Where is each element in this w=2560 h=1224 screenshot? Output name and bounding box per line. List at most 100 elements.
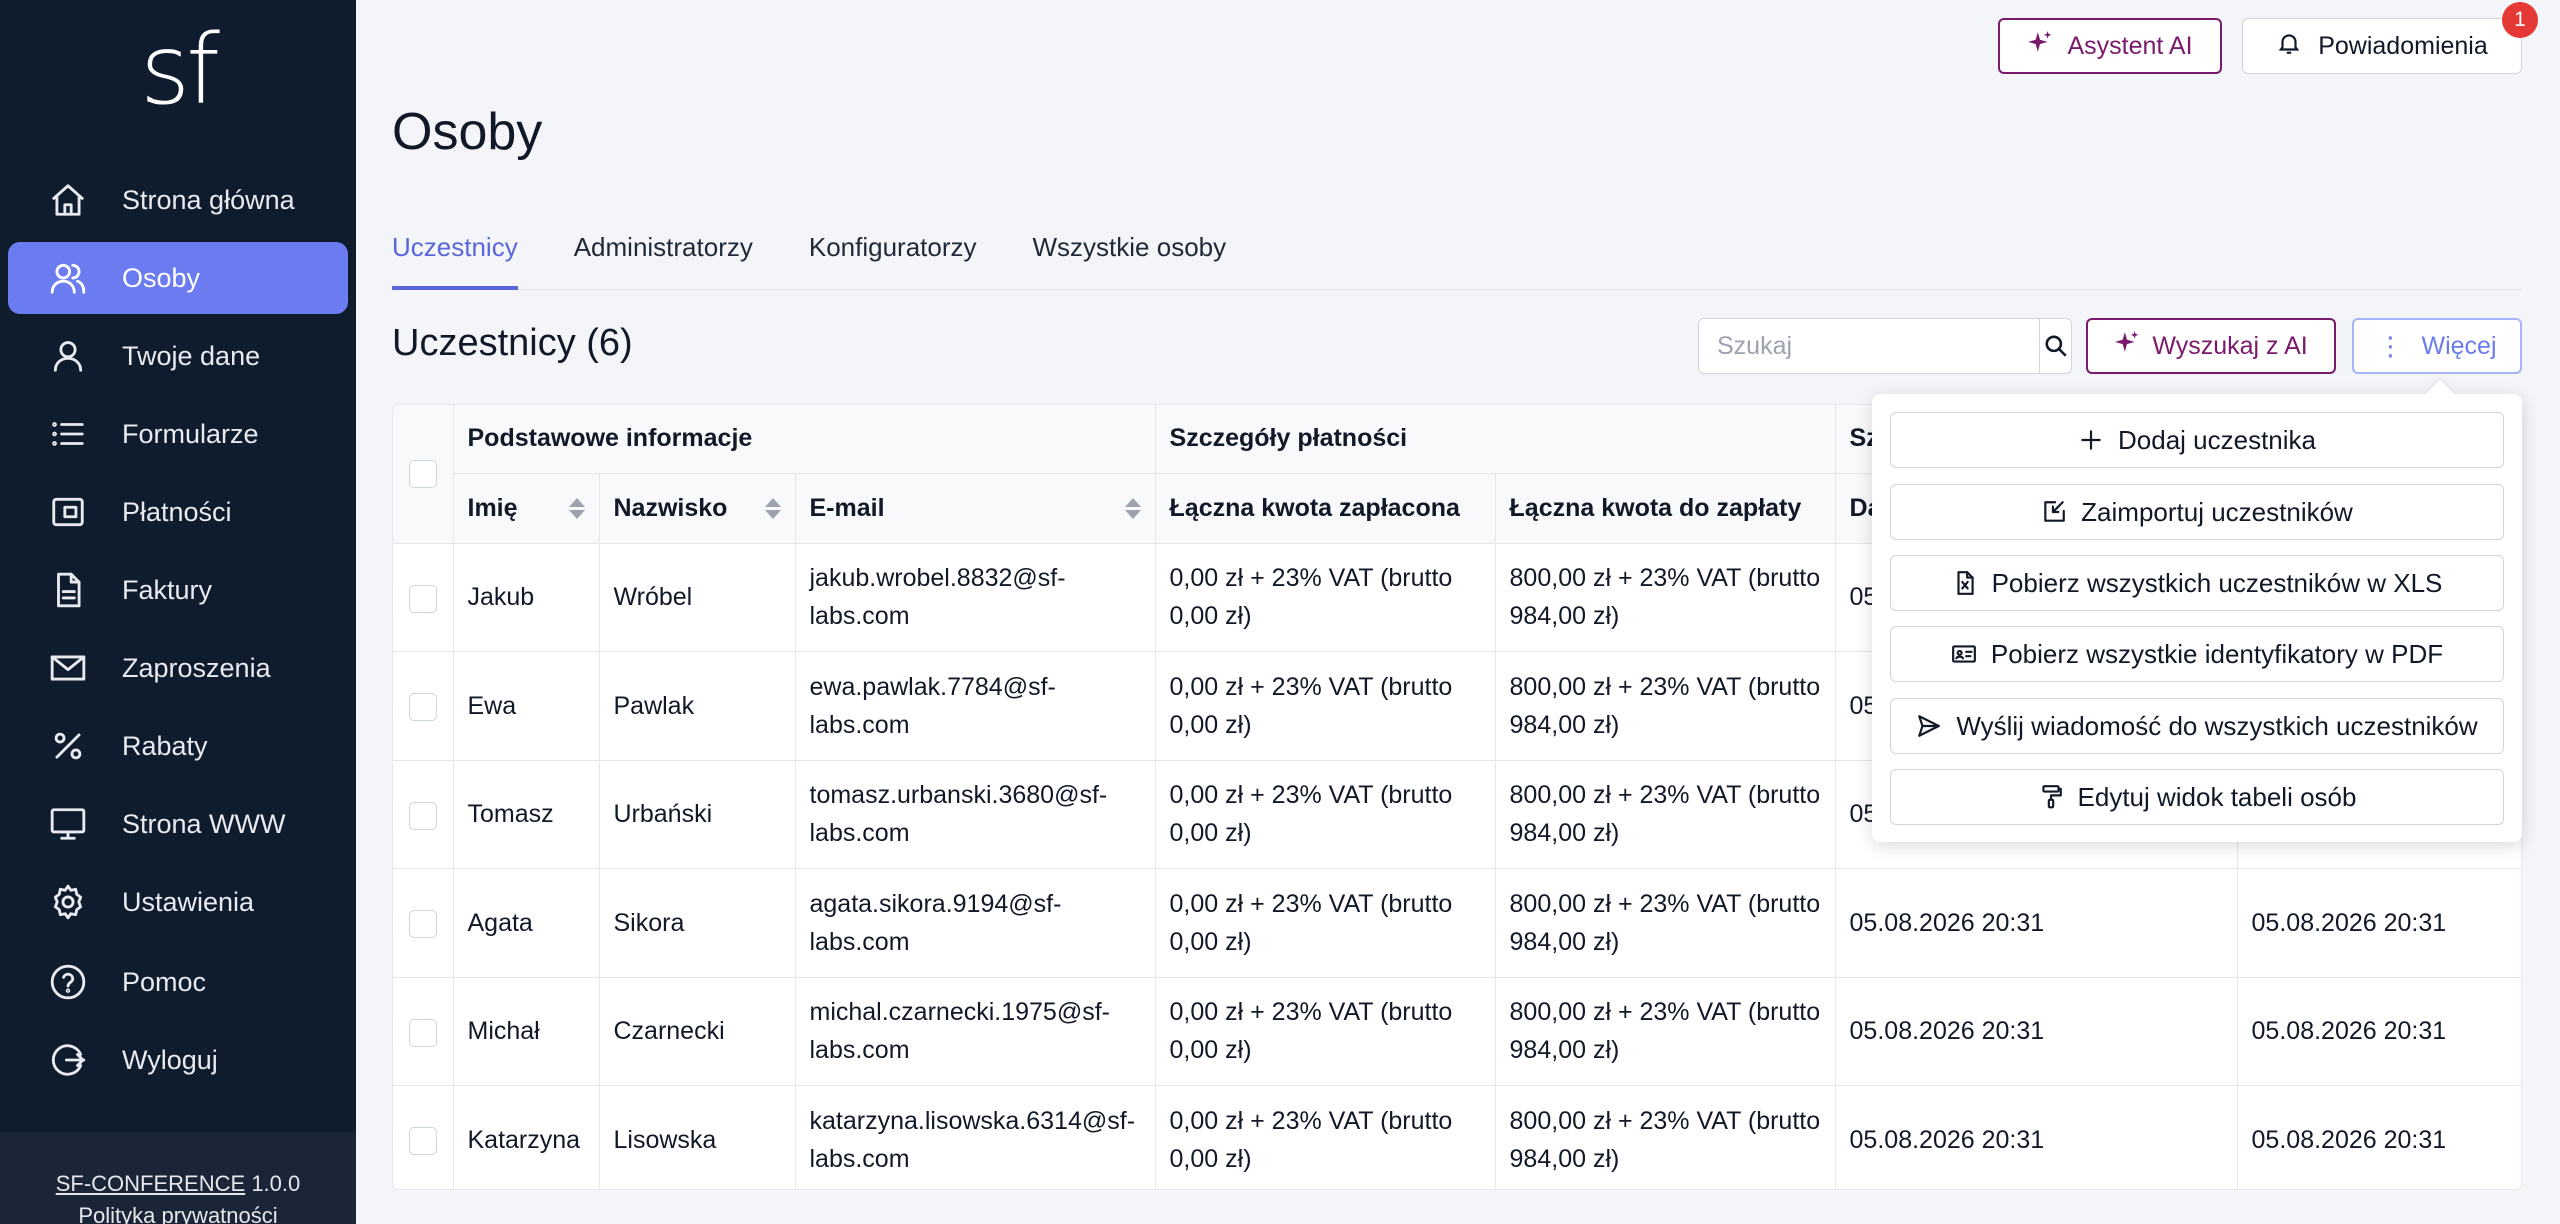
tab-all-people[interactable]: Wszystkie osoby bbox=[1033, 230, 1227, 290]
sidebar-item-label: Zaproszenia bbox=[122, 652, 271, 683]
notifications-button[interactable]: Powiadomienia bbox=[2242, 18, 2522, 74]
first-name-cell: Tomasz bbox=[453, 760, 600, 869]
notifications-label: Powiadomienia bbox=[2318, 31, 2488, 60]
page-title: Osoby bbox=[392, 103, 543, 161]
total-due-cell: 800,00 zł + 23% VAT (brutto 984,00 zł) bbox=[1495, 651, 1836, 761]
first-name-cell: Michał bbox=[453, 977, 600, 1086]
download-xls-button[interactable]: Pobierz wszystkich uczestników w XLS bbox=[1890, 555, 2504, 611]
sidebar-item-label: Formularze bbox=[122, 418, 259, 449]
sidebar-item-invoices[interactable]: Faktury bbox=[8, 554, 348, 626]
column-header-first-name[interactable]: Imię bbox=[453, 473, 600, 544]
sort-icon[interactable] bbox=[764, 497, 781, 519]
privacy-link[interactable]: Polityka prywatności bbox=[0, 1200, 356, 1224]
logout-icon bbox=[48, 1040, 88, 1080]
send-icon bbox=[1918, 715, 1941, 737]
home-icon bbox=[48, 180, 88, 220]
add-participant-button[interactable]: Dodaj uczestnika bbox=[1890, 412, 2504, 468]
logo[interactable]: sf bbox=[0, 22, 356, 118]
group-header-payment: Szczegóły płatności bbox=[1155, 405, 1836, 474]
last-name-cell: Lisowska bbox=[599, 1085, 796, 1189]
search-input[interactable] bbox=[1699, 319, 2040, 373]
row-checkbox[interactable] bbox=[408, 910, 437, 939]
sidebar-item-logout[interactable]: Wyloguj bbox=[8, 1024, 348, 1096]
id-card-icon bbox=[1951, 645, 1976, 663]
sidebar-item-settings[interactable]: Ustawienia bbox=[8, 866, 348, 938]
row-select-cell bbox=[393, 977, 454, 1086]
document-icon bbox=[48, 570, 88, 610]
sidebar-item-invitations[interactable]: Zaproszenia bbox=[8, 632, 348, 704]
date-cell-2: 05.08.2026 20:31 bbox=[2237, 977, 2521, 1086]
ai-search-button[interactable]: Wyszukaj z AI bbox=[2086, 318, 2336, 374]
list-icon bbox=[48, 414, 88, 454]
sidebar-item-home[interactable]: Strona główna bbox=[8, 164, 348, 236]
first-name-cell: Jakub bbox=[453, 543, 600, 652]
search-button[interactable] bbox=[2040, 319, 2071, 373]
total-paid-cell: 0,00 zł + 23% VAT (brutto 0,00 zł) bbox=[1155, 868, 1496, 978]
sidebar: sf Strona główna Osoby Twoje dane Formul… bbox=[0, 0, 356, 1224]
column-header-total-due: Łączna kwota do zapłaty bbox=[1495, 473, 1836, 544]
row-checkbox[interactable] bbox=[408, 693, 437, 722]
brand-link[interactable]: SF-CONFERENCE bbox=[56, 1171, 245, 1196]
total-paid-cell: 0,00 zł + 23% VAT (brutto 0,00 zł) bbox=[1155, 760, 1496, 869]
sidebar-item-payments[interactable]: Płatności bbox=[8, 476, 348, 548]
ai-assistant-button[interactable]: Asystent AI bbox=[1998, 18, 2222, 74]
row-checkbox[interactable] bbox=[408, 584, 437, 613]
ai-search-label: Wyszukaj z AI bbox=[2152, 331, 2308, 360]
tab-participants[interactable]: Uczestnicy bbox=[392, 230, 518, 290]
row-select-cell bbox=[393, 1085, 454, 1189]
last-name-cell: Pawlak bbox=[599, 651, 796, 761]
gear-icon bbox=[48, 882, 88, 922]
sidebar-item-help[interactable]: Pomoc bbox=[8, 946, 348, 1018]
ai-assistant-label: Asystent AI bbox=[2067, 31, 2193, 60]
search-icon bbox=[2044, 335, 2067, 357]
import-icon bbox=[2044, 501, 2066, 522]
sort-icon[interactable] bbox=[568, 497, 585, 519]
mail-icon bbox=[48, 648, 88, 688]
select-all-checkbox[interactable] bbox=[408, 460, 437, 489]
sidebar-item-people[interactable]: Osoby bbox=[8, 242, 348, 314]
user-icon bbox=[48, 336, 88, 376]
total-due-cell: 800,00 zł + 23% VAT (brutto 984,00 zł) bbox=[1495, 1085, 1836, 1189]
table-row[interactable]: Katarzyna Lisowska katarzyna.lisowska.6314… bbox=[393, 1085, 2521, 1189]
sidebar-item-discounts[interactable]: Rabaty bbox=[8, 710, 348, 782]
sidebar-item-forms[interactable]: Formularze bbox=[8, 398, 348, 470]
notification-count-badge: 1 bbox=[2502, 2, 2538, 38]
xls-file-icon bbox=[1956, 571, 1974, 595]
date-cell-2: 05.08.2026 20:31 bbox=[2237, 1085, 2521, 1189]
more-label: Więcej bbox=[2421, 331, 2497, 360]
table-row[interactable]: Michał Czarnecki michal.czarnecki.1975@sf-… bbox=[393, 977, 2521, 1086]
first-name-cell: Agata bbox=[453, 868, 600, 978]
sidebar-item-website[interactable]: Strona WWW bbox=[8, 788, 348, 860]
row-checkbox[interactable] bbox=[408, 1127, 437, 1156]
row-checkbox[interactable] bbox=[408, 801, 437, 830]
sparkle-icon bbox=[2114, 330, 2140, 363]
tabs: Uczestnicy Administratorzy Konfiguratorz… bbox=[392, 230, 2522, 290]
column-header-email[interactable]: E-mail bbox=[795, 473, 1156, 544]
email-cell: tomasz.urbanski.3680@sf-labs.com bbox=[795, 760, 1156, 869]
table-row[interactable]: Agata Sikora agata.sikora.9194@sf-labs.com… bbox=[393, 868, 2521, 978]
total-paid-cell: 0,00 zł + 23% VAT (brutto 0,00 zł) bbox=[1155, 543, 1496, 652]
sidebar-item-label: Osoby bbox=[122, 262, 201, 293]
total-paid-cell: 0,00 zł + 23% VAT (brutto 0,00 zł) bbox=[1155, 1085, 1496, 1189]
help-icon bbox=[48, 962, 88, 1002]
monitor-icon bbox=[48, 804, 88, 844]
import-participants-button[interactable]: Zaimportuj uczestników bbox=[1890, 484, 2504, 540]
sidebar-nav: Strona główna Osoby Twoje dane Formularz… bbox=[8, 164, 348, 1102]
more-dropdown-menu: Dodaj uczestnika Zaimportuj uczestników … bbox=[1872, 394, 2522, 842]
row-checkbox[interactable] bbox=[408, 1018, 437, 1047]
edit-table-view-button[interactable]: Edytuj widok tabeli osób bbox=[1890, 769, 2504, 825]
column-header-last-name[interactable]: Nazwisko bbox=[599, 473, 796, 544]
download-badges-pdf-button[interactable]: Pobierz wszystkie identyfikatory w PDF bbox=[1890, 626, 2504, 682]
email-cell: ewa.pawlak.7784@sf-labs.com bbox=[795, 651, 1156, 761]
row-select-cell bbox=[393, 651, 454, 761]
tab-configurators[interactable]: Konfiguratorzy bbox=[809, 230, 977, 290]
last-name-cell: Urbański bbox=[599, 760, 796, 869]
more-button[interactable]: ⋮ Więcej bbox=[2352, 318, 2522, 374]
sort-icon[interactable] bbox=[1124, 497, 1141, 519]
tab-administrators[interactable]: Administratorzy bbox=[574, 230, 753, 290]
first-name-cell: Ewa bbox=[453, 651, 600, 761]
send-message-all-button[interactable]: Wyślij wiadomość do wszystkich uczestnik… bbox=[1890, 698, 2504, 754]
sidebar-item-your-data[interactable]: Twoje dane bbox=[8, 320, 348, 392]
select-all-cell bbox=[393, 405, 454, 544]
total-due-cell: 800,00 zł + 23% VAT (brutto 984,00 zł) bbox=[1495, 868, 1836, 978]
